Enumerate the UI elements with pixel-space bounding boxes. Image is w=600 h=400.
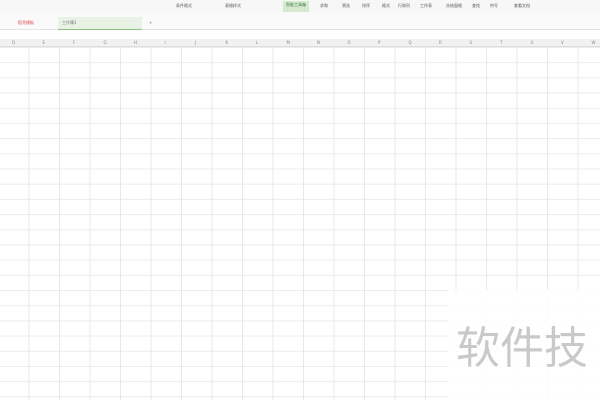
ribbon-format[interactable]: 格式 [382, 3, 390, 9]
ribbon-worksheet[interactable]: 工作表 [420, 3, 432, 9]
ribbon-conditional-format[interactable]: 条件格式 [176, 3, 192, 9]
column-header[interactable]: I [165, 40, 166, 45]
document-tabs: 稻壳模板 工作簿1 + [0, 13, 600, 30]
tab-workbook1[interactable]: 工作簿1 [58, 17, 142, 30]
ribbon-sort[interactable]: 排序 [362, 3, 370, 9]
tab-label: 稻壳模板 [18, 20, 34, 25]
column-header[interactable]: R [439, 40, 442, 45]
column-header[interactable]: N [317, 40, 320, 45]
column-header[interactable]: F [73, 40, 75, 45]
column-header[interactable]: Q [409, 40, 412, 45]
column-header[interactable]: L [256, 40, 258, 45]
tab-label: 工作簿1 [62, 20, 77, 25]
ribbon-filter[interactable]: 筛选 [342, 3, 350, 9]
column-header[interactable]: O [348, 40, 351, 45]
watermark: 软件技 [448, 290, 600, 400]
ribbon-rows-cols[interactable]: 行和列 [398, 3, 410, 9]
column-header[interactable]: J [195, 40, 196, 45]
column-header[interactable]: H [134, 40, 137, 45]
column-header[interactable]: V [561, 40, 564, 45]
column-header[interactable]: E [43, 40, 46, 45]
ribbon-toolbar: 条件格式 表格样式 智能工具箱 求和 筛选 排序 格式 行和列 工作表 冻结窗格… [0, 0, 600, 13]
column-header[interactable]: S [470, 40, 473, 45]
ribbon-table-style[interactable]: 表格样式 [225, 3, 241, 9]
column-header[interactable]: U [531, 40, 534, 45]
column-header[interactable]: D [12, 40, 15, 45]
column-header[interactable]: W [592, 40, 596, 45]
ribbon-find[interactable]: 查找 [472, 3, 480, 9]
ribbon-sum[interactable]: 求和 [320, 3, 328, 9]
tab-docer[interactable]: 稻壳模板 [14, 17, 38, 30]
column-header[interactable]: T [500, 40, 502, 45]
ribbon-smart-toolbox[interactable]: 智能工具箱 [283, 1, 309, 12]
ribbon-freeze[interactable]: 冻结窗格 [446, 3, 462, 9]
column-header[interactable]: M [287, 40, 290, 45]
ribbon-symbol[interactable]: 符号 [490, 3, 498, 9]
column-header[interactable]: P [378, 40, 380, 45]
column-header-bar: D E F G H I J K L M N O P Q R S T U V W [0, 39, 600, 47]
column-header[interactable]: K [226, 40, 229, 45]
new-tab-button[interactable]: + [145, 17, 156, 30]
column-header[interactable]: G [104, 40, 107, 45]
ribbon-view-doc[interactable]: 查看文档 [514, 3, 530, 9]
